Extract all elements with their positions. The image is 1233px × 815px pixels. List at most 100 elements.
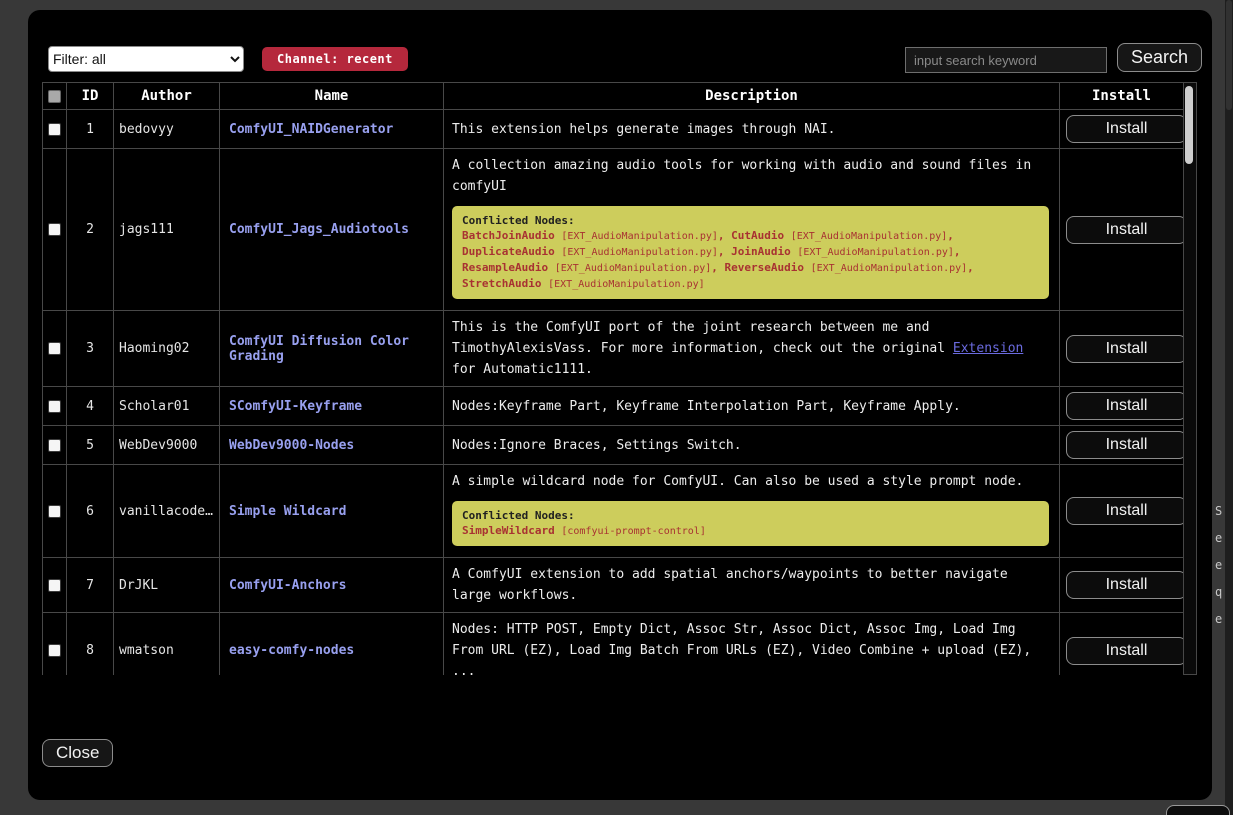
row-author: vanillacode… [114,465,220,558]
row-checkbox[interactable] [48,342,61,355]
row-install-cell: Install [1060,465,1184,558]
row-name-cell: ComfyUI_Jags_Audiotools [220,149,444,311]
conflict-title: Conflicted Nodes: [462,213,1039,228]
row-id: 6 [67,465,114,558]
row-description-cell: A simple wildcard node for ComfyUI. Can … [444,465,1060,558]
col-header-select [43,83,67,110]
row-author: bedovyy [114,110,220,149]
row-checkbox[interactable] [48,439,61,452]
channel-badge: Channel: recent [262,47,408,71]
row-checkbox[interactable] [48,400,61,413]
row-name-link[interactable]: ComfyUI_NAIDGenerator [229,122,393,137]
row-checkbox[interactable] [48,579,61,592]
install-button[interactable]: Install [1066,637,1187,665]
description-link[interactable]: Extension [953,341,1023,356]
row-author: DrJKL [114,558,220,613]
table-body: 1 bedovyy ComfyUI_NAIDGenerator This ext… [43,110,1184,676]
row-id: 3 [67,311,114,387]
row-name-link[interactable]: Simple Wildcard [229,504,346,519]
row-description-text: Nodes: HTTP POST, Empty Dict, Assoc Str,… [452,619,1051,675]
col-header-description: Description [444,83,1060,110]
table-row: 6 vanillacode… Simple Wildcard A simple … [43,465,1184,558]
row-name-link[interactable]: ComfyUI-Anchors [229,578,346,593]
row-name-link[interactable]: WebDev9000-Nodes [229,438,354,453]
table-scrollbar[interactable] [1183,82,1197,675]
row-description-cell: Nodes: HTTP POST, Empty Dict, Assoc Str,… [444,613,1060,676]
install-button[interactable]: Install [1066,216,1187,244]
row-description-cell: Nodes:Ignore Braces, Settings Switch. [444,426,1060,465]
install-button[interactable]: Install [1066,392,1187,420]
row-description-cell: A ComfyUI extension to add spatial ancho… [444,558,1060,613]
page: Filter: all Channel: recent Search ID Au… [0,0,1233,815]
custom-nodes-dialog: Filter: all Channel: recent Search ID Au… [28,10,1212,800]
row-select-cell [43,558,67,613]
search-button[interactable]: Search [1117,43,1202,72]
row-name-link[interactable]: easy-comfy-nodes [229,643,354,658]
row-select-cell [43,613,67,676]
row-id: 1 [67,110,114,149]
row-id: 5 [67,426,114,465]
conflict-list: BatchJoinAudio [EXT_AudioManipulation.py… [462,228,1039,292]
row-name-link[interactable]: ComfyUI Diffusion Color Grading [229,334,409,364]
install-button[interactable]: Install [1066,431,1187,459]
custom-nodes-list: ID Author Name Description Install 1 bed… [42,82,1184,675]
row-id: 7 [67,558,114,613]
row-description-text: A simple wildcard node for ComfyUI. Can … [452,471,1051,492]
row-name-cell: WebDev9000-Nodes [220,426,444,465]
table-row: 2 jags111 ComfyUI_Jags_Audiotools A coll… [43,149,1184,311]
select-all-checkbox[interactable] [48,90,61,103]
row-description-text: A ComfyUI extension to add spatial ancho… [452,564,1051,606]
row-checkbox[interactable] [48,644,61,657]
row-author: Haoming02 [114,311,220,387]
row-install-cell: Install [1060,149,1184,311]
row-description-cell: This is the ComfyUI port of the joint re… [444,311,1060,387]
install-button[interactable]: Install [1066,115,1187,143]
row-description-text: This is the ComfyUI port of the joint re… [452,317,1051,380]
table-scrollbar-thumb[interactable] [1185,86,1193,164]
row-name-cell: SComfyUI-Keyframe [220,387,444,426]
close-button[interactable]: Close [42,739,113,767]
row-select-cell [43,149,67,311]
row-name-cell: ComfyUI_NAIDGenerator [220,110,444,149]
search-input[interactable] [905,47,1107,73]
page-scrollbar-thumb[interactable] [1226,0,1232,110]
page-scrollbar[interactable] [1225,0,1233,815]
table-row: 1 bedovyy ComfyUI_NAIDGenerator This ext… [43,110,1184,149]
row-description-cell: A collection amazing audio tools for wor… [444,149,1060,311]
row-checkbox[interactable] [48,123,61,136]
row-install-cell: Install [1060,387,1184,426]
row-checkbox[interactable] [48,223,61,236]
install-button[interactable]: Install [1066,335,1187,363]
row-description-cell: This extension helps generate images thr… [444,110,1060,149]
col-header-author: Author [114,83,220,110]
row-checkbox[interactable] [48,505,61,518]
row-name-link[interactable]: ComfyUI_Jags_Audiotools [229,222,409,237]
col-header-install: Install [1060,83,1184,110]
row-select-cell [43,426,67,465]
row-install-cell: Install [1060,613,1184,676]
row-description-text: A collection amazing audio tools for wor… [452,155,1051,197]
install-button[interactable]: Install [1066,497,1187,525]
row-author: wmatson [114,613,220,676]
row-author: Scholar01 [114,387,220,426]
row-select-cell [43,387,67,426]
install-button[interactable]: Install [1066,571,1187,599]
row-description-text: Nodes:Keyframe Part, Keyframe Interpolat… [452,396,1051,417]
table-row: 7 DrJKL ComfyUI-Anchors A ComfyUI extens… [43,558,1184,613]
row-install-cell: Install [1060,110,1184,149]
row-description-text: This extension helps generate images thr… [452,119,1051,140]
row-install-cell: Install [1060,558,1184,613]
table-row: 8 wmatson easy-comfy-nodes Nodes: HTTP P… [43,613,1184,676]
col-header-name: Name [220,83,444,110]
col-header-id: ID [67,83,114,110]
row-description-cell: Nodes:Keyframe Part, Keyframe Interpolat… [444,387,1060,426]
row-name-link[interactable]: SComfyUI-Keyframe [229,399,362,414]
partial-background-button [1166,805,1230,815]
row-author: WebDev9000 [114,426,220,465]
nodes-table: ID Author Name Description Install 1 bed… [42,82,1197,675]
row-name-cell: ComfyUI Diffusion Color Grading [220,311,444,387]
filter-select[interactable]: Filter: all [48,46,244,72]
row-install-cell: Install [1060,426,1184,465]
row-id: 8 [67,613,114,676]
row-description-text: Nodes:Ignore Braces, Settings Switch. [452,435,1051,456]
